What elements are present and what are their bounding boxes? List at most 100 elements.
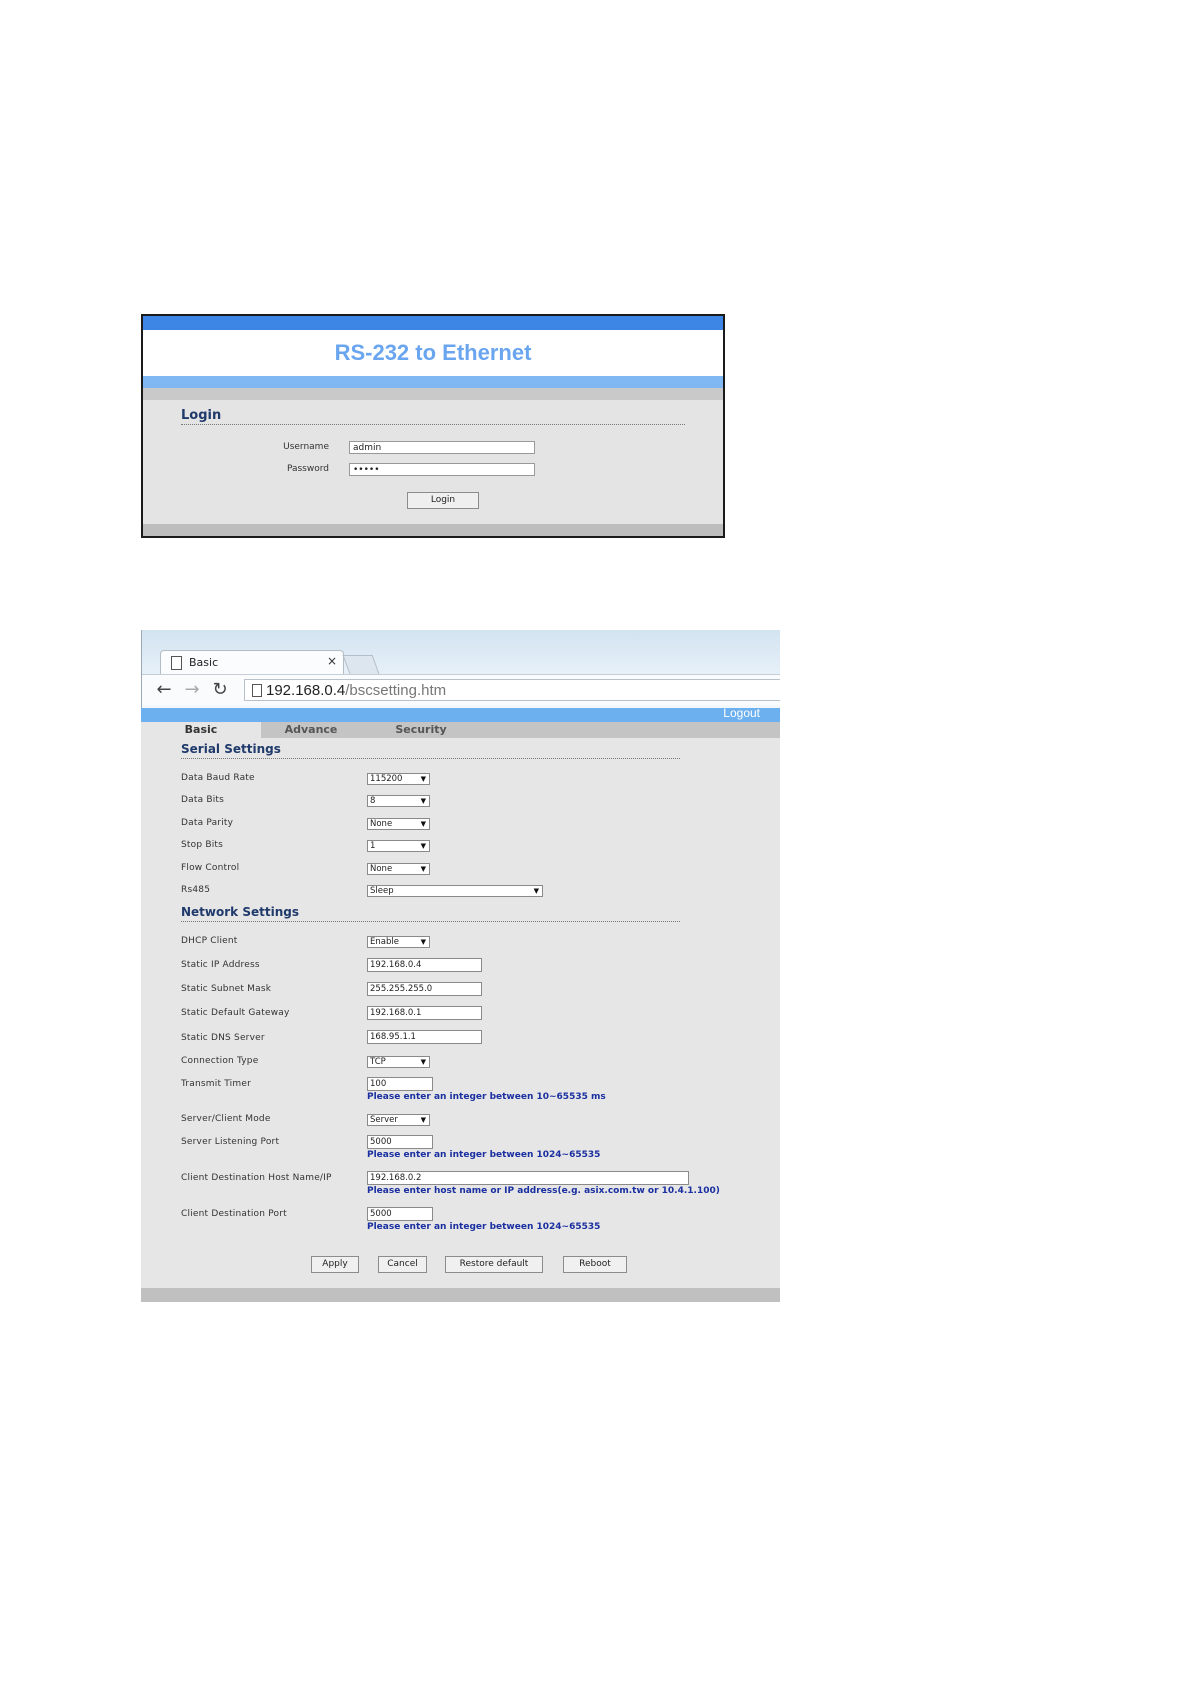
username-input[interactable]: admin <box>349 441 535 454</box>
dest-host-input[interactable]: 192.168.0.2 <box>367 1171 689 1185</box>
data-bits-select[interactable]: 8 ▼ <box>367 795 430 807</box>
stop-bits-value: 1 <box>370 841 376 851</box>
connection-type-label: Connection Type <box>181 1056 259 1066</box>
network-settings-heading: Network Settings <box>181 905 299 919</box>
restore-default-button[interactable]: Restore default <box>445 1256 543 1273</box>
login-title-area: RS-232 to Ethernet <box>143 330 723 376</box>
dropdown-arrow-icon: ▼ <box>420 797 426 805</box>
back-arrow-icon[interactable]: ← <box>154 679 174 700</box>
browser-chrome: Basic × ← → ↻ 192.168.0.4/bscsetting.htm <box>141 630 780 708</box>
login-bottom-bar <box>143 524 723 536</box>
baud-rate-select[interactable]: 115200 ▼ <box>367 773 430 785</box>
dropdown-arrow-icon: ▼ <box>420 775 426 783</box>
username-label: Username <box>283 442 329 452</box>
document-icon <box>171 656 182 670</box>
settings-tabs: Basic Advance Security <box>141 722 780 738</box>
data-bits-label: Data Bits <box>181 795 225 805</box>
connection-type-value: TCP <box>370 1057 386 1067</box>
data-bits-value: 8 <box>370 796 376 806</box>
listen-port-hint: Please enter an integer between 1024~655… <box>367 1150 601 1160</box>
rs485-label: Rs485 <box>181 885 211 895</box>
login-heading: Login <box>181 408 222 423</box>
data-parity-value: None <box>370 819 393 829</box>
dropdown-arrow-icon: ▼ <box>533 887 539 895</box>
header-blue-strip <box>141 708 780 722</box>
dropdown-arrow-icon: ▼ <box>420 820 426 828</box>
browser-toolbar: ← → ↻ 192.168.0.4/bscsetting.htm <box>142 674 780 705</box>
dest-host-hint: Please enter host name or IP address(e.g… <box>367 1186 720 1196</box>
dns-label: Static DNS Server <box>181 1033 265 1043</box>
url-path: /bscsetting.htm <box>345 682 447 699</box>
dns-input[interactable]: 168.95.1.1 <box>367 1030 482 1044</box>
dhcp-label: DHCP Client <box>181 936 238 946</box>
connection-type-select[interactable]: TCP ▼ <box>367 1056 430 1068</box>
tab-security[interactable]: Security <box>371 722 471 738</box>
browser-tab-title: Basic <box>189 656 219 669</box>
tab-advance[interactable]: Advance <box>261 722 361 738</box>
subnet-label: Static Subnet Mask <box>181 984 272 994</box>
serial-settings-heading: Serial Settings <box>181 742 281 756</box>
rs485-select[interactable]: Sleep ▼ <box>367 885 543 897</box>
dropdown-arrow-icon: ▼ <box>420 865 426 873</box>
forward-arrow-icon[interactable]: → <box>182 679 202 700</box>
baud-rate-label: Data Baud Rate <box>181 773 255 783</box>
login-blue-band <box>143 376 723 388</box>
settings-footer-bar <box>141 1288 780 1302</box>
mode-value: Server <box>370 1115 398 1125</box>
dest-port-hint: Please enter an integer between 1024~655… <box>367 1222 601 1232</box>
subnet-input[interactable]: 255.255.255.0 <box>367 982 482 996</box>
mode-label: Server/Client Mode <box>181 1114 271 1124</box>
static-ip-input[interactable]: 192.168.0.4 <box>367 958 482 972</box>
login-gray-band <box>143 388 723 400</box>
login-divider <box>181 424 685 425</box>
flow-control-label: Flow Control <box>181 863 240 873</box>
login-page-title: RS-232 to Ethernet <box>334 340 532 365</box>
login-top-bar <box>143 316 723 330</box>
transmit-timer-label: Transmit Timer <box>181 1079 251 1089</box>
static-ip-label: Static IP Address <box>181 960 260 970</box>
rs485-value: Sleep <box>370 886 394 896</box>
close-tab-icon[interactable]: × <box>327 654 337 668</box>
dropdown-arrow-icon: ▼ <box>420 1058 426 1066</box>
apply-button[interactable]: Apply <box>311 1256 359 1273</box>
listen-port-label: Server Listening Port <box>181 1137 280 1147</box>
dest-port-label: Client Destination Port <box>181 1209 287 1219</box>
stop-bits-label: Stop Bits <box>181 840 224 850</box>
dropdown-arrow-icon: ▼ <box>420 1116 426 1124</box>
tab-basic[interactable]: Basic <box>141 722 261 738</box>
mode-select[interactable]: Server ▼ <box>367 1114 430 1126</box>
cancel-button[interactable]: Cancel <box>378 1256 427 1273</box>
reboot-button[interactable]: Reboot <box>563 1256 627 1273</box>
login-screenshot: RS-232 to Ethernet Login Username admin … <box>141 314 725 538</box>
reload-icon[interactable]: ↻ <box>210 679 230 700</box>
dropdown-arrow-icon: ▼ <box>420 842 426 850</box>
listen-port-input[interactable]: 5000 <box>367 1135 433 1149</box>
data-parity-select[interactable]: None ▼ <box>367 818 430 830</box>
page-icon <box>252 684 262 697</box>
baud-rate-value: 115200 <box>370 774 403 784</box>
stop-bits-select[interactable]: 1 ▼ <box>367 840 430 852</box>
url-host: 192.168.0.4 <box>266 682 346 699</box>
new-tab-button[interactable] <box>342 655 380 674</box>
login-button[interactable]: Login <box>407 492 479 509</box>
password-label: Password <box>286 464 329 474</box>
dhcp-value: Enable <box>370 937 399 947</box>
dest-host-label: Client Destination Host Name/IP <box>181 1173 332 1183</box>
serial-divider <box>181 758 680 759</box>
dest-port-input[interactable]: 5000 <box>367 1207 433 1221</box>
flow-control-select[interactable]: None ▼ <box>367 863 430 875</box>
flow-control-value: None <box>370 864 393 874</box>
gateway-label: Static Default Gateway <box>181 1008 290 1018</box>
password-input[interactable]: ••••• <box>349 463 535 476</box>
data-parity-label: Data Parity <box>181 818 234 828</box>
transmit-timer-input[interactable]: 100 <box>367 1077 433 1091</box>
dropdown-arrow-icon: ▼ <box>420 938 426 946</box>
settings-screenshot: Basic × ← → ↻ 192.168.0.4/bscsetting.htm… <box>141 630 780 1302</box>
dhcp-select[interactable]: Enable ▼ <box>367 936 430 948</box>
browser-tab[interactable]: Basic × <box>160 650 344 675</box>
transmit-timer-hint: Please enter an integer between 10~65535… <box>367 1092 606 1102</box>
gateway-input[interactable]: 192.168.0.1 <box>367 1006 482 1020</box>
address-bar[interactable]: 192.168.0.4/bscsetting.htm <box>244 679 780 701</box>
url-text: 192.168.0.4/bscsetting.htm <box>266 682 446 699</box>
logout-link[interactable]: Logout <box>723 706 760 720</box>
